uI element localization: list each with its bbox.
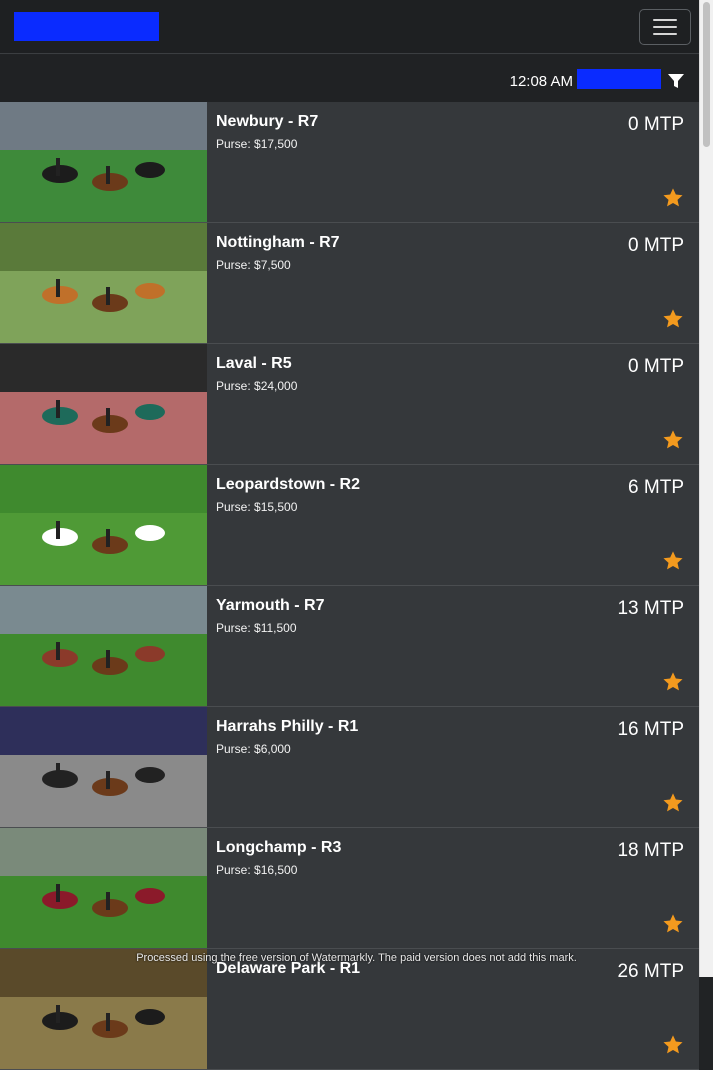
minutes-to-post: 18 MTP <box>617 840 684 861</box>
star-icon[interactable] <box>662 308 684 330</box>
race-video-thumbnail[interactable] <box>0 828 207 948</box>
race-purse: Purse: $6,000 <box>216 742 291 756</box>
redacted-user-info <box>577 69 661 89</box>
race-card[interactable]: Yarmouth - R7 Purse: $11,500 13 MTP <box>0 586 699 707</box>
hamburger-icon-bar <box>653 19 677 21</box>
race-video-thumbnail[interactable] <box>0 102 207 222</box>
star-icon[interactable] <box>662 429 684 451</box>
hamburger-icon-bar <box>653 26 677 28</box>
current-time: 12:08 AM <box>509 73 573 90</box>
race-purse: Purse: $17,500 <box>216 137 298 151</box>
race-card[interactable]: Harrahs Philly - R1 Purse: $6,000 16 MTP <box>0 707 699 828</box>
race-purse: Purse: $24,000 <box>216 379 298 393</box>
race-card[interactable]: Laval - R5 Purse: $24,000 0 MTP <box>0 344 699 465</box>
star-icon[interactable] <box>662 550 684 572</box>
filter-icon[interactable] <box>667 72 685 90</box>
race-title: Laval - R5 <box>216 355 292 372</box>
menu-toggle-button[interactable] <box>639 9 691 45</box>
race-card[interactable]: Longchamp - R3 Purse: $16,500 18 MTP <box>0 828 699 949</box>
race-card[interactable]: Newbury - R7 Purse: $17,500 0 MTP <box>0 102 699 223</box>
star-icon[interactable] <box>662 187 684 209</box>
race-title: Yarmouth - R7 <box>216 597 325 614</box>
race-card[interactable]: Delaware Park - R1 26 MTP <box>0 949 699 1070</box>
race-video-thumbnail[interactable] <box>0 707 207 827</box>
race-video-thumbnail[interactable] <box>0 465 207 585</box>
minutes-to-post: 26 MTP <box>617 961 684 982</box>
race-title: Longchamp - R3 <box>216 839 342 856</box>
star-icon[interactable] <box>662 913 684 935</box>
race-card[interactable]: Leopardstown - R2 Purse: $15,500 6 MTP <box>0 465 699 586</box>
race-list: Newbury - R7 Purse: $17,500 0 MTP Nottingha… <box>0 102 699 1070</box>
minutes-to-post: 16 MTP <box>617 719 684 740</box>
race-purse: Purse: $16,500 <box>216 863 298 877</box>
star-icon[interactable] <box>662 792 684 814</box>
star-icon[interactable] <box>662 671 684 693</box>
race-video-thumbnail[interactable] <box>0 223 207 343</box>
minutes-to-post: 0 MTP <box>628 114 684 135</box>
race-video-thumbnail[interactable] <box>0 586 207 706</box>
minutes-to-post: 0 MTP <box>628 235 684 256</box>
race-title: Newbury - R7 <box>216 113 319 130</box>
minutes-to-post: 6 MTP <box>628 477 684 498</box>
race-title: Leopardstown - R2 <box>216 476 361 493</box>
hamburger-icon-bar <box>653 33 677 35</box>
brand-logo-redacted[interactable] <box>14 12 159 41</box>
scrollbar[interactable] <box>699 0 713 977</box>
race-card[interactable]: Nottingham - R7 Purse: $7,500 0 MTP <box>0 223 699 344</box>
watermark-note: Processed using the free version of Wate… <box>136 952 577 964</box>
minutes-to-post: 13 MTP <box>617 598 684 619</box>
star-icon[interactable] <box>662 1034 684 1056</box>
race-title: Harrahs Philly - R1 <box>216 718 359 735</box>
minutes-to-post: 0 MTP <box>628 356 684 377</box>
race-purse: Purse: $11,500 <box>216 621 297 635</box>
race-purse: Purse: $7,500 <box>216 258 291 272</box>
race-video-thumbnail[interactable] <box>0 344 207 464</box>
race-title: Nottingham - R7 <box>216 234 340 251</box>
race-purse: Purse: $15,500 <box>216 500 298 514</box>
scrollbar-thumb[interactable] <box>703 2 710 147</box>
top-navbar <box>0 0 699 54</box>
race-video-thumbnail[interactable] <box>0 949 207 1069</box>
